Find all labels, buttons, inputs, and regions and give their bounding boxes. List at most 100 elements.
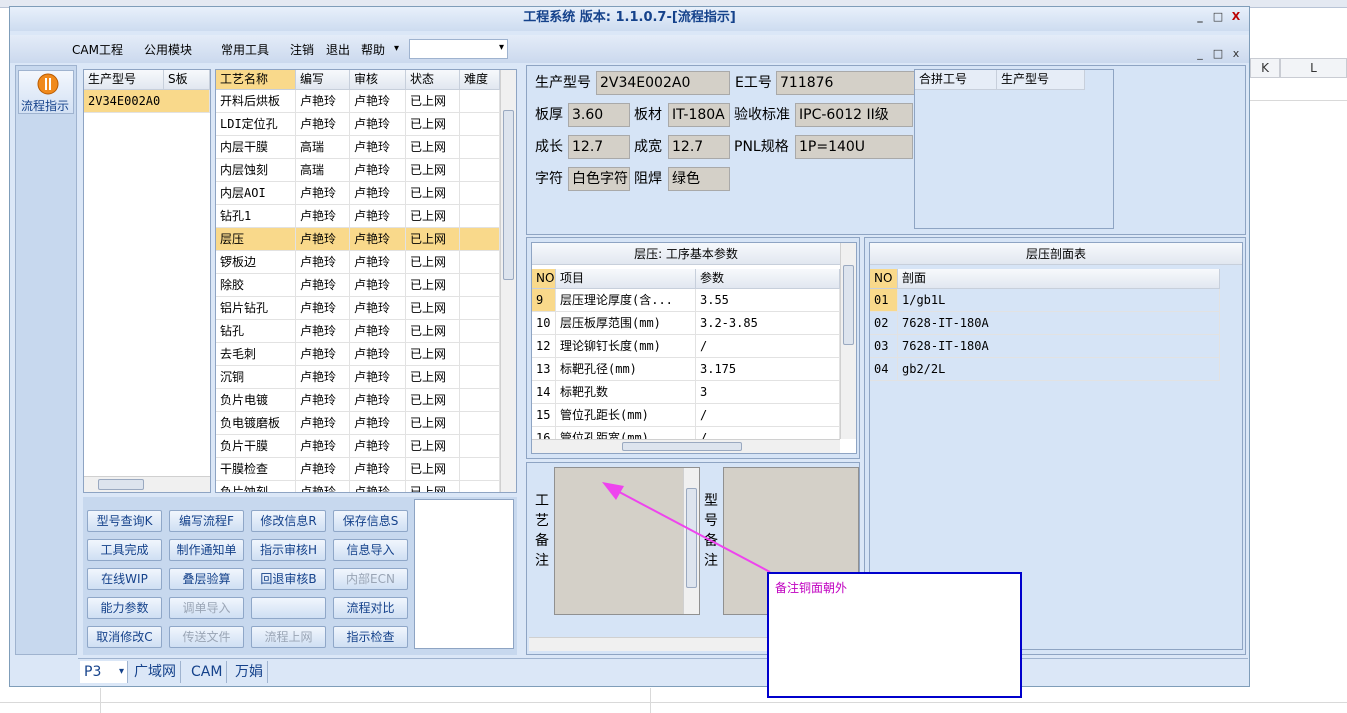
action-button[interactable]: 传送文件 [169, 626, 244, 648]
table-cell[interactable]: 内层蚀刻 [216, 159, 296, 182]
table-cell[interactable]: 已上网 [406, 458, 460, 481]
table-cell[interactable]: 卢艳玲 [350, 389, 406, 412]
table-cell[interactable]: 已上网 [406, 228, 460, 251]
table-cell[interactable]: 3.175 [696, 358, 840, 381]
table-cell[interactable]: 卢艳玲 [350, 182, 406, 205]
action-button[interactable]: 制作通知单 [169, 539, 244, 561]
child-restore-button[interactable]: □ [1211, 47, 1225, 61]
action-button[interactable]: 流程对比 [333, 597, 408, 619]
horizontal-scrollbar[interactable] [84, 476, 210, 492]
table-cell[interactable] [460, 458, 500, 481]
table-cell[interactable]: 10 [532, 312, 556, 335]
table-cell[interactable]: 去毛刺 [216, 343, 296, 366]
action-button[interactable]: 工具完成 [87, 539, 162, 561]
table-cell[interactable]: 钻孔1 [216, 205, 296, 228]
chevron-down-icon[interactable]: ▾ [394, 43, 399, 54]
sheet-column-header-l[interactable]: L [1280, 58, 1347, 78]
table-cell[interactable]: 卢艳玲 [296, 435, 350, 458]
table-cell[interactable] [460, 297, 500, 320]
action-button[interactable]: 指示检查 [333, 626, 408, 648]
table-cell[interactable] [460, 366, 500, 389]
menu-help[interactable]: 帮助 [361, 41, 385, 58]
table-cell[interactable]: 高瑞 [296, 136, 350, 159]
column-header[interactable]: NO [870, 269, 898, 289]
tab-p3[interactable]: P3 ▾ [80, 661, 128, 683]
table-cell[interactable]: 已上网 [406, 136, 460, 159]
table-cell[interactable]: 开料后烘板 [216, 90, 296, 113]
table-cell[interactable]: 卢艳玲 [296, 205, 350, 228]
table-cell[interactable]: 卢艳玲 [296, 412, 350, 435]
table-cell[interactable]: 03 [870, 335, 898, 358]
table-cell[interactable]: 01 [870, 289, 898, 312]
column-header[interactable]: 审核 [350, 70, 406, 90]
scroll-thumb[interactable] [843, 265, 854, 345]
table-cell[interactable]: 卢艳玲 [350, 274, 406, 297]
table-cell[interactable]: 已上网 [406, 159, 460, 182]
column-header[interactable]: 剖面 [898, 269, 1220, 289]
column-header[interactable]: 工艺名称 [216, 70, 296, 90]
menu-logout[interactable]: 注销 [290, 41, 314, 58]
action-button[interactable]: 修改信息R [251, 510, 326, 532]
table-cell[interactable] [460, 435, 500, 458]
list-item[interactable]: 2V34E002A0 [84, 90, 210, 113]
column-header[interactable]: 编写 [296, 70, 350, 90]
table-cell[interactable]: 层压理论厚度(含... [556, 289, 696, 312]
table-cell[interactable]: gb2/2L [898, 358, 1220, 381]
table-cell[interactable] [460, 412, 500, 435]
table-cell[interactable]: 已上网 [406, 274, 460, 297]
table-cell[interactable]: 卢艳玲 [350, 228, 406, 251]
vertical-scrollbar[interactable] [500, 70, 516, 492]
table-cell[interactable]: LDI定位孔 [216, 113, 296, 136]
table-cell[interactable]: 卢艳玲 [350, 159, 406, 182]
eno-field[interactable]: 711876 [776, 71, 918, 95]
sidebar-item-flow[interactable]: 流程指示 [18, 70, 74, 114]
horizontal-scrollbar[interactable] [532, 439, 840, 453]
table-cell[interactable]: 卢艳玲 [296, 274, 350, 297]
table-cell[interactable]: 12 [532, 335, 556, 358]
table-cell[interactable]: / [696, 335, 840, 358]
table-cell[interactable]: 卢艳玲 [296, 90, 350, 113]
action-button[interactable] [251, 597, 326, 619]
table-cell[interactable]: 已上网 [406, 182, 460, 205]
table-cell[interactable]: 卢艳玲 [350, 90, 406, 113]
table-cell[interactable] [460, 205, 500, 228]
action-button[interactable]: 调单导入 [169, 597, 244, 619]
column-header[interactable]: 项目 [556, 269, 696, 289]
column-header[interactable]: NO [532, 269, 556, 289]
table-cell[interactable]: 卢艳玲 [350, 458, 406, 481]
table-cell[interactable]: 卢艳玲 [296, 182, 350, 205]
action-button[interactable]: 能力参数 [87, 597, 162, 619]
column-header[interactable]: 生产型号 [997, 70, 1085, 90]
table-cell[interactable]: 卢艳玲 [296, 458, 350, 481]
table-cell[interactable]: 卢艳玲 [350, 343, 406, 366]
table-cell[interactable]: 标靶孔数 [556, 381, 696, 404]
table-cell[interactable] [460, 136, 500, 159]
table-cell[interactable]: 内层AOI [216, 182, 296, 205]
table-cell[interactable]: 管位孔距长(mm) [556, 404, 696, 427]
table-cell[interactable]: 已上网 [406, 320, 460, 343]
table-cell[interactable]: 卢艳玲 [296, 366, 350, 389]
table-cell[interactable]: 卢艳玲 [350, 297, 406, 320]
table-cell[interactable]: 已上网 [406, 251, 460, 274]
table-cell[interactable]: 负片干膜 [216, 435, 296, 458]
table-cell[interactable]: 卢艳玲 [350, 205, 406, 228]
material-field[interactable]: IT-180A [668, 103, 730, 127]
table-cell[interactable]: 卢艳玲 [350, 481, 406, 492]
table-cell[interactable]: 04 [870, 358, 898, 381]
table-cell[interactable] [460, 90, 500, 113]
table-cell[interactable]: 卢艳玲 [350, 113, 406, 136]
table-cell[interactable]: 负电镀磨板 [216, 412, 296, 435]
table-cell[interactable]: 已上网 [406, 435, 460, 458]
table-cell[interactable]: 3.55 [696, 289, 840, 312]
column-header[interactable]: S板 [164, 70, 210, 90]
table-cell[interactable]: 3.2-3.85 [696, 312, 840, 335]
width-field[interactable]: 12.7 [668, 135, 730, 159]
scroll-thumb[interactable] [98, 479, 144, 490]
table-cell[interactable]: 卢艳玲 [296, 251, 350, 274]
table-cell[interactable]: 干膜检查 [216, 458, 296, 481]
sheet-column-header-k[interactable]: K [1250, 58, 1280, 78]
table-cell[interactable] [460, 274, 500, 297]
mask-field[interactable]: 绿色 [668, 167, 730, 191]
table-cell[interactable]: 铝片钻孔 [216, 297, 296, 320]
action-button[interactable]: 取消修改C [87, 626, 162, 648]
